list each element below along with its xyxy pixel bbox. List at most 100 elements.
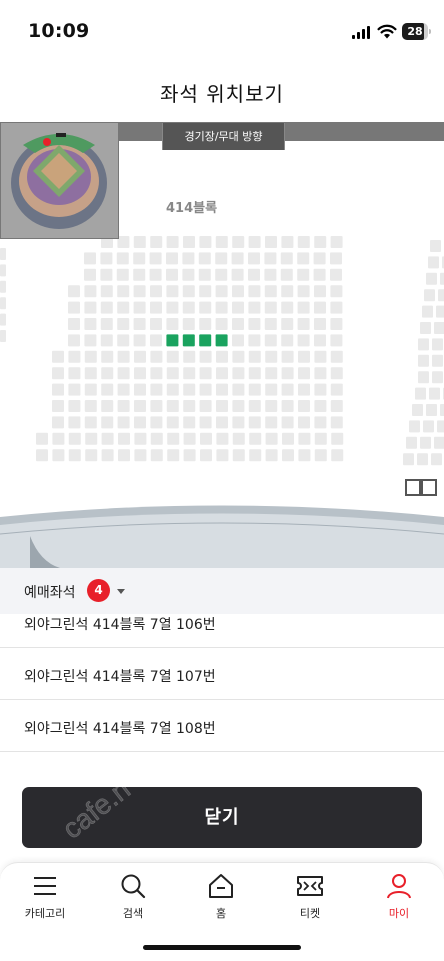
status-bar: 10:09 28 [0,0,444,56]
seat [314,285,326,298]
nav-ticket[interactable]: 티켓 [266,863,354,933]
seat [200,449,212,462]
seat [215,252,228,265]
seat [166,367,179,380]
seat [117,301,130,314]
nav-label: 티켓 [299,907,321,920]
seat [199,301,212,314]
seat-map[interactable]: 경기장/무대 방향 414블록 [0,122,444,568]
seat [330,383,343,396]
seat-list-item: 외야그린석 414블록 7열 106번 [0,614,444,648]
seat [149,252,162,265]
seat [0,297,6,310]
nav-my[interactable]: 마이 [355,863,443,933]
seat [264,334,277,347]
seat [330,252,342,265]
seat [417,453,428,466]
seat [117,334,130,347]
seat [85,449,98,462]
seat [440,404,444,416]
selected-seat [199,334,212,347]
seat [281,334,294,347]
seat [182,285,195,298]
seat [314,350,327,363]
seat [432,354,443,367]
seat [248,350,261,363]
seat [52,383,64,396]
seat [429,387,440,400]
stadium-minimap[interactable] [0,122,119,239]
seat [426,272,437,285]
seat [117,285,130,298]
seat [150,318,162,330]
seat [198,268,211,281]
seat [298,383,310,396]
seat [406,436,417,449]
seat [134,449,147,462]
booked-seats-header[interactable]: 예매좌석 4 [0,568,444,614]
seat [420,322,431,334]
seat [52,367,64,380]
seat [437,420,444,433]
seat [298,449,311,462]
seat [231,252,244,265]
seat [281,301,294,314]
seat [330,334,343,347]
seat [216,432,229,445]
seat [216,416,228,429]
seat [116,252,129,265]
nav-category[interactable]: 카테고리 [1,863,89,933]
seat [265,367,278,380]
seat [68,301,80,314]
seat [199,350,212,363]
seat [248,334,261,347]
menu-icon [34,877,56,895]
seat [298,367,310,380]
seat [0,313,6,326]
seat [231,268,244,281]
seat [430,240,441,252]
seat [117,400,130,412]
nav-search[interactable]: 검색 [89,863,177,933]
seat [101,449,114,462]
seat [183,400,196,412]
seat-list-item: 외야그린석 414블록 7열 108번 [0,700,444,752]
seat [418,338,429,351]
seat [248,400,261,412]
seat [167,432,180,445]
close-button[interactable]: 닫기 [22,787,422,848]
nav-home[interactable]: 홈 [177,863,265,933]
seat [150,367,163,380]
seat [182,252,195,265]
seat [248,268,260,281]
seat [248,318,261,330]
seat [232,334,244,347]
seat [167,449,180,462]
seat [280,252,293,265]
seat [150,449,163,462]
seat [117,383,130,396]
seat [68,367,81,380]
seat [150,236,163,248]
caret-down-icon[interactable] [117,589,125,594]
seat [134,383,146,396]
seat [232,383,245,396]
status-time: 10:09 [28,20,90,42]
seat [330,285,343,298]
seat [264,301,277,314]
seat [150,301,162,314]
seat [100,334,113,347]
seat [101,432,114,445]
booked-seats-list[interactable]: 외야그린석 414블록 7열 106번 외야그린석 414블록 7열 107번 … [0,614,444,774]
seat [248,285,261,298]
seat [68,449,81,462]
seat [118,449,130,462]
seat [100,285,113,298]
seat [182,301,195,314]
seat [84,383,97,396]
seat [281,236,294,248]
seat [101,383,114,396]
seat [84,400,97,412]
seat [330,318,343,330]
seat [183,432,196,445]
